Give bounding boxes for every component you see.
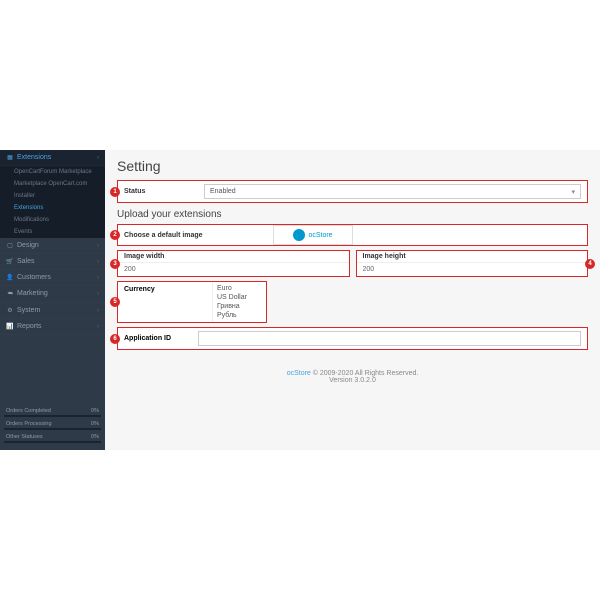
logo-text: ocStore: [308, 232, 332, 239]
logo-icon: [293, 229, 305, 241]
image-height-input[interactable]: [357, 263, 588, 276]
main-content: Setting 1 Status Enabled Upload your ext…: [105, 150, 600, 450]
image-width-input[interactable]: [118, 263, 349, 276]
sub-marketplace-opencart[interactable]: Marketplace OpenCart.com: [0, 178, 105, 190]
currency-option[interactable]: Рубль: [217, 311, 247, 320]
stat-orders-processing: Orders Processing0%: [4, 420, 101, 428]
nav-design[interactable]: ▢Design›: [0, 238, 105, 254]
chevron-right-icon: ›: [97, 308, 99, 314]
gear-icon: ⚙: [6, 307, 14, 314]
currency-list[interactable]: Euro US Dollar Гривна Рубль: [213, 282, 251, 322]
tv-icon: ▢: [6, 242, 14, 249]
sidebar-stats: Orders Completed0% Orders Processing0% O…: [0, 403, 105, 450]
sub-marketplace-forum[interactable]: OpenCartForum Marketplace: [0, 166, 105, 178]
nav-reports[interactable]: 📊Reports›: [0, 319, 105, 335]
chevron-right-icon: ›: [97, 275, 99, 281]
annotation-marker-4: 4: [585, 259, 595, 269]
chart-icon: 📊: [6, 323, 14, 330]
annotation-marker-5: 5: [110, 297, 120, 307]
currency-box: 5 Currency Euro US Dollar Гривна Рубль: [117, 281, 267, 323]
sub-extensions[interactable]: Extensions: [0, 202, 105, 214]
application-id-label: Application ID: [118, 331, 198, 346]
nav-extensions-submenu: OpenCartForum Marketplace Marketplace Op…: [0, 166, 105, 238]
currency-option[interactable]: US Dollar: [217, 293, 247, 302]
image-width-label: Image width: [118, 251, 349, 263]
footer-copyright: © 2009-2020 All Rights Reserved.: [311, 370, 419, 377]
sub-events[interactable]: Events: [0, 226, 105, 238]
nav-customers[interactable]: 👤Customers›: [0, 270, 105, 286]
annotation-marker-6: 6: [110, 334, 120, 344]
status-box: 1 Status Enabled: [117, 180, 588, 203]
default-image-preview[interactable]: ocStore: [273, 225, 353, 245]
sub-installer[interactable]: Installer: [0, 190, 105, 202]
status-select[interactable]: Enabled: [204, 184, 581, 199]
nav-sales[interactable]: 🛒Sales›: [0, 254, 105, 270]
chevron-right-icon: ›: [97, 155, 99, 161]
chevron-right-icon: ›: [97, 291, 99, 297]
nav-marketing[interactable]: ⮪Marketing›: [0, 286, 105, 303]
annotation-marker-3: 3: [110, 259, 120, 269]
application-id-box: 6 Application ID: [117, 327, 588, 350]
currency-option[interactable]: Гривна: [217, 302, 247, 311]
image-width-box: 3 Image width: [117, 250, 350, 277]
annotation-marker-1: 1: [110, 187, 120, 197]
stat-other-statuses: Other Statuses0%: [4, 433, 101, 441]
page-title: Setting: [117, 158, 588, 174]
nav-system[interactable]: ⚙System›: [0, 303, 105, 319]
currency-option[interactable]: Euro: [217, 284, 247, 293]
sidebar: ▦Extensions › OpenCartForum Marketplace …: [0, 150, 105, 450]
image-height-label: Image height: [357, 251, 588, 263]
nav-label: Extensions: [17, 154, 51, 161]
application-id-input[interactable]: [198, 331, 581, 346]
upload-title: Upload your extensions: [117, 209, 588, 220]
stat-orders-completed: Orders Completed0%: [4, 407, 101, 415]
cart-icon: 🛒: [6, 258, 14, 265]
status-label: Status: [124, 188, 204, 195]
chevron-right-icon: ›: [97, 259, 99, 265]
chevron-right-icon: ›: [97, 324, 99, 330]
nav-extensions[interactable]: ▦Extensions ›: [0, 150, 105, 166]
currency-label: Currency: [118, 282, 213, 322]
footer-version: Version 3.0.2.0: [329, 377, 376, 384]
chevron-right-icon: ›: [97, 243, 99, 249]
default-image-label: Choose a default image: [118, 228, 273, 243]
image-height-box: 4 Image height: [356, 250, 589, 277]
sub-modifications[interactable]: Modifications: [0, 214, 105, 226]
footer: ocStore © 2009-2020 All Rights Reserved.…: [117, 370, 588, 384]
annotation-marker-2: 2: [110, 230, 120, 240]
footer-link[interactable]: ocStore: [287, 370, 311, 377]
user-icon: 👤: [6, 274, 14, 281]
default-image-box: 2 Choose a default image ocStore: [117, 224, 588, 246]
puzzle-icon: ▦: [6, 154, 14, 161]
share-icon: ⮪: [6, 291, 14, 298]
